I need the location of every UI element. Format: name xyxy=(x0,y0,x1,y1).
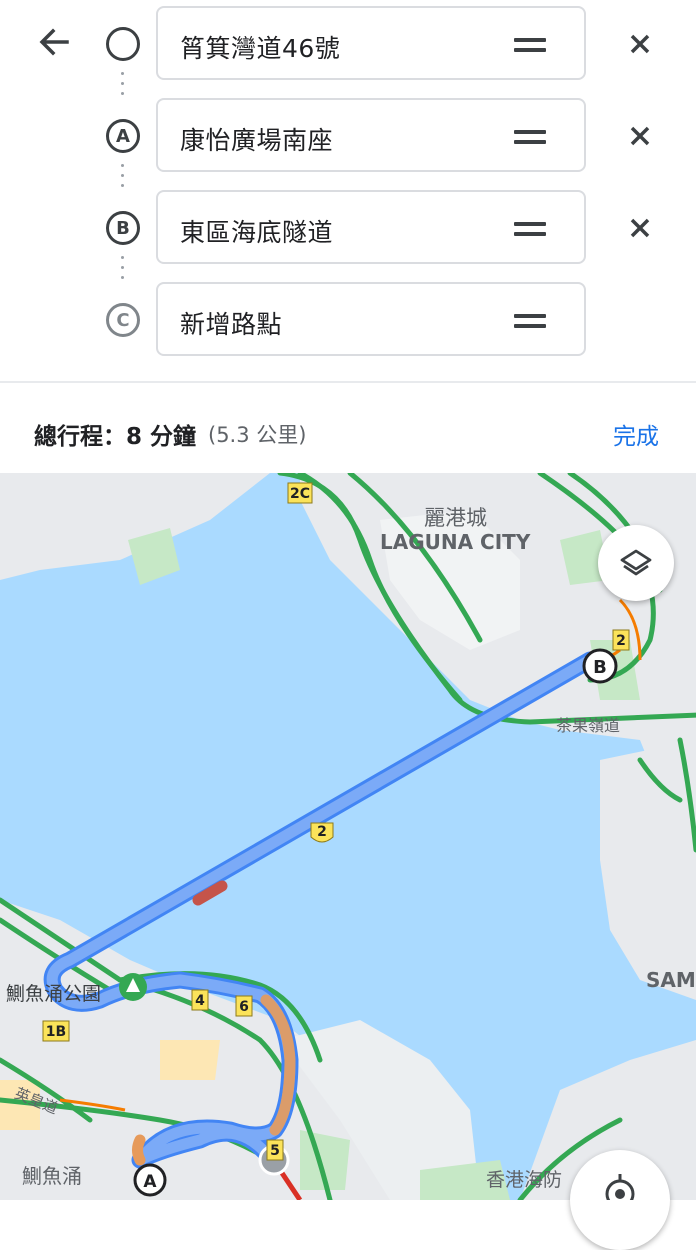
done-button[interactable]: 完成 xyxy=(613,417,659,451)
land-east xyxy=(600,740,696,1000)
origin-field[interactable]: 筲箕灣道46號 xyxy=(156,6,586,80)
stop-row-origin: 筲箕灣道46號 xyxy=(0,4,696,82)
svg-text:2: 2 xyxy=(616,633,626,649)
origin-circle-icon xyxy=(106,27,140,61)
add-stop-field[interactable]: 新增路點 xyxy=(156,282,586,356)
svg-text:B: B xyxy=(593,657,607,678)
route-shield-5: 5 xyxy=(266,1139,284,1161)
route-shield-4: 4 xyxy=(191,989,209,1011)
svg-text:5: 5 xyxy=(270,1143,280,1159)
map-label-sam: SAM xyxy=(646,968,696,992)
map-label-cha-kwo-ling-road: 茶果嶺道 xyxy=(556,716,621,735)
waypoint-b-marker: B xyxy=(106,211,140,245)
map-marker-a[interactable]: A xyxy=(133,1163,167,1197)
close-icon[interactable] xyxy=(626,214,654,242)
drag-handle-icon[interactable] xyxy=(514,314,546,328)
svg-text:2: 2 xyxy=(317,824,327,840)
map-canvas: B A 2C 2 2 1B 4 6 5 xyxy=(0,473,696,1200)
trip-summary: 總行程：8 分鐘 (5.3 公里) 完成 xyxy=(0,383,696,473)
drag-handle-icon[interactable] xyxy=(514,130,546,144)
origin-field-text: 筲箕灣道46號 xyxy=(180,34,341,63)
map-view[interactable]: B A 2C 2 2 1B 4 6 5 xyxy=(0,473,696,1200)
park-pin-icon[interactable] xyxy=(119,973,147,1001)
waypoint-a-marker: A xyxy=(106,119,140,153)
route-shield-2: 2 xyxy=(310,822,334,843)
directions-panel: 筲箕灣道46號 A 康怡廣場南座 B 東區海底隧道 C 新增路點 xyxy=(0,0,696,382)
layers-icon xyxy=(620,549,652,576)
route-shield-1b: 1B xyxy=(42,1020,70,1042)
close-icon[interactable] xyxy=(626,122,654,150)
waypoint-a-field-text: 康怡廣場南座 xyxy=(180,126,334,155)
map-label-laguna-en: LAGUNA CITY xyxy=(380,530,531,554)
park-area xyxy=(160,1040,220,1080)
waypoint-a-field[interactable]: 康怡廣場南座 xyxy=(156,98,586,172)
total-time: 總行程：8 分鐘 xyxy=(34,424,197,450)
drag-handle-icon[interactable] xyxy=(514,222,546,236)
route-shield-2: 2 xyxy=(612,629,630,651)
map-label-laguna-zh: 麗港城 xyxy=(424,506,487,530)
stop-row-b: B 東區海底隧道 xyxy=(0,188,696,266)
my-location-button[interactable] xyxy=(570,1150,670,1250)
waypoint-b-field[interactable]: 東區海底隧道 xyxy=(156,190,586,264)
map-label-museum: 香港海防 xyxy=(486,1169,563,1191)
stop-row-a: A 康怡廣場南座 xyxy=(0,96,696,174)
close-icon[interactable] xyxy=(626,30,654,58)
layers-button[interactable] xyxy=(598,525,674,601)
route-shield-2c: 2C xyxy=(287,482,313,504)
my-location-icon xyxy=(605,1174,635,1209)
map-label-park: 鰂魚涌公園 xyxy=(6,983,102,1005)
drag-handle-icon[interactable] xyxy=(514,38,546,52)
total-distance: (5.3 公里) xyxy=(208,423,307,447)
waypoint-b-field-text: 東區海底隧道 xyxy=(180,218,334,247)
svg-text:1B: 1B xyxy=(46,1024,66,1040)
map-label-quarry-bay: 鰂魚涌 xyxy=(22,1164,82,1188)
waypoint-c-marker: C xyxy=(106,303,140,337)
svg-text:A: A xyxy=(143,1172,157,1192)
add-stop-field-text: 新增路點 xyxy=(180,310,283,339)
route-shield-6: 6 xyxy=(235,995,253,1017)
svg-text:2C: 2C xyxy=(290,486,310,502)
stop-row-c: C 新增路點 xyxy=(0,280,696,358)
svg-text:6: 6 xyxy=(239,999,249,1015)
map-marker-b[interactable]: B xyxy=(582,648,618,684)
svg-text:4: 4 xyxy=(195,993,205,1009)
